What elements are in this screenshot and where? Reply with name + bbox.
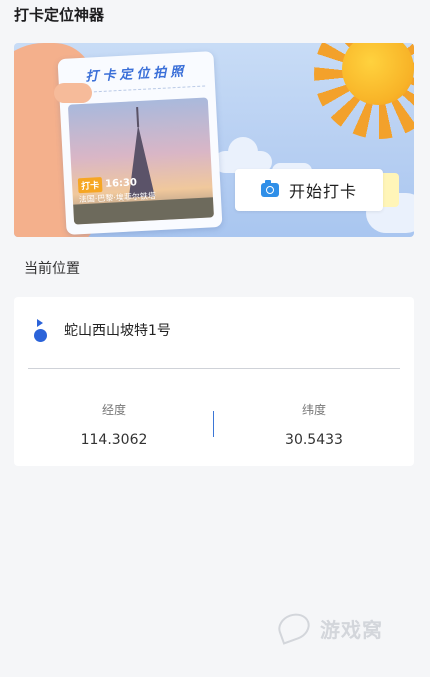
start-checkin-button[interactable]: 开始打卡 [235,169,383,211]
start-checkin-label: 开始打卡 [288,182,357,201]
eiffel-photo: 打卡 16:30 法国·巴黎·埃菲尔铁塔 [67,97,214,225]
page-title: 打卡定位神器 [14,6,105,24]
longitude-value: 114.3062 [80,432,148,448]
latitude-block: 纬度 30.5433 [214,401,414,448]
time-stamp: 打卡 16:30 [77,175,138,194]
card-divider [28,368,400,369]
longitude-block: 经度 114.3062 [14,401,214,448]
current-location-heading: 当前位置 [24,261,80,277]
latitude-value: 30.5433 [285,432,343,448]
watermark: 游戏窝 [272,610,383,646]
stamp-time: 16:30 [104,177,138,190]
stamp-tag: 打卡 [77,177,103,194]
camera-icon [260,180,279,197]
location-card: 蛇山西山坡特1号 经度 114.3062 纬度 30.5433 [14,297,414,466]
address-text: 蛇山西山坡特1号 [64,323,171,339]
photo-ticket: 打卡定位拍照 打卡 16:30 法国·巴黎·埃菲尔铁塔 [57,51,223,235]
app-screen: 打卡定位神器 打卡定位拍照 打卡 16:30 法国·巴黎·埃菲尔铁塔 开始打卡 … [0,0,430,677]
watermark-text: 游戏窝 [320,617,383,642]
watermark-logo-icon [272,610,316,646]
longitude-label: 经度 [101,403,126,417]
thumb-illustration [54,83,92,103]
latitude-label: 纬度 [301,403,326,417]
hero-banner: 打卡定位拍照 打卡 16:30 法国·巴黎·埃菲尔铁塔 开始打卡 [14,43,414,237]
location-pin-icon [32,319,50,345]
